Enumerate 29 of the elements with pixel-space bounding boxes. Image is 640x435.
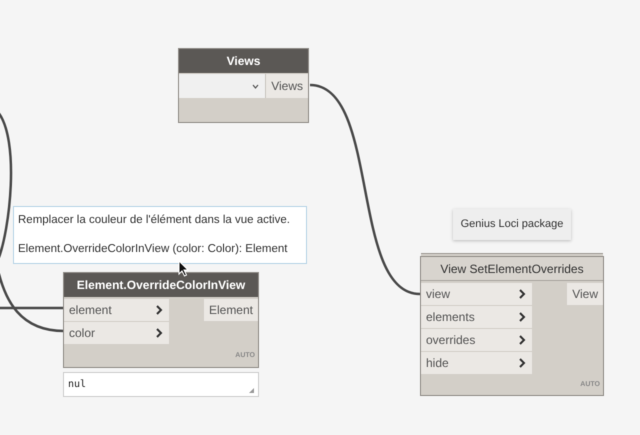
tooltip-signature: Element.OverrideColorInView (color: Color): Element <box>18 242 288 257</box>
output-port[interactable]: View <box>567 283 603 305</box>
output-port[interactable]: Views <box>266 74 308 98</box>
node-title: Element.OverrideColorInView <box>64 273 258 297</box>
canvas[interactable] <box>0 0 640 435</box>
package-label: Genius Loci package <box>453 209 571 240</box>
code-field[interactable]: nul <box>63 372 259 397</box>
input-port[interactable]: color <box>64 322 169 344</box>
node[interactable]: Views Views <box>178 48 309 123</box>
chevron-right-icon <box>519 358 526 368</box>
chevron-right-icon <box>519 289 526 299</box>
input-port[interactable]: element <box>64 299 169 321</box>
node-title: View SetElementOverrides <box>421 257 603 281</box>
cursor-icon <box>178 260 189 277</box>
chevron-right-icon <box>519 312 526 322</box>
node-title: Views <box>179 49 308 73</box>
chevron-right-icon <box>519 335 526 345</box>
resize-grip-icon[interactable] <box>249 388 254 393</box>
dropdown-field[interactable] <box>179 74 266 98</box>
output-port[interactable]: Element <box>204 299 258 321</box>
chevron-down-icon <box>252 84 260 88</box>
chevron-right-icon <box>156 328 163 338</box>
chevron-right-icon <box>156 305 163 315</box>
input-port[interactable]: overrides <box>421 329 532 351</box>
input-port[interactable]: hide <box>421 352 532 374</box>
input-port[interactable]: view <box>421 283 532 305</box>
tooltip-description: Remplacer la couleur de l'élément dans la vue active. <box>18 213 291 228</box>
input-port[interactable]: elements <box>421 306 532 328</box>
wire[interactable] <box>310 84 420 296</box>
